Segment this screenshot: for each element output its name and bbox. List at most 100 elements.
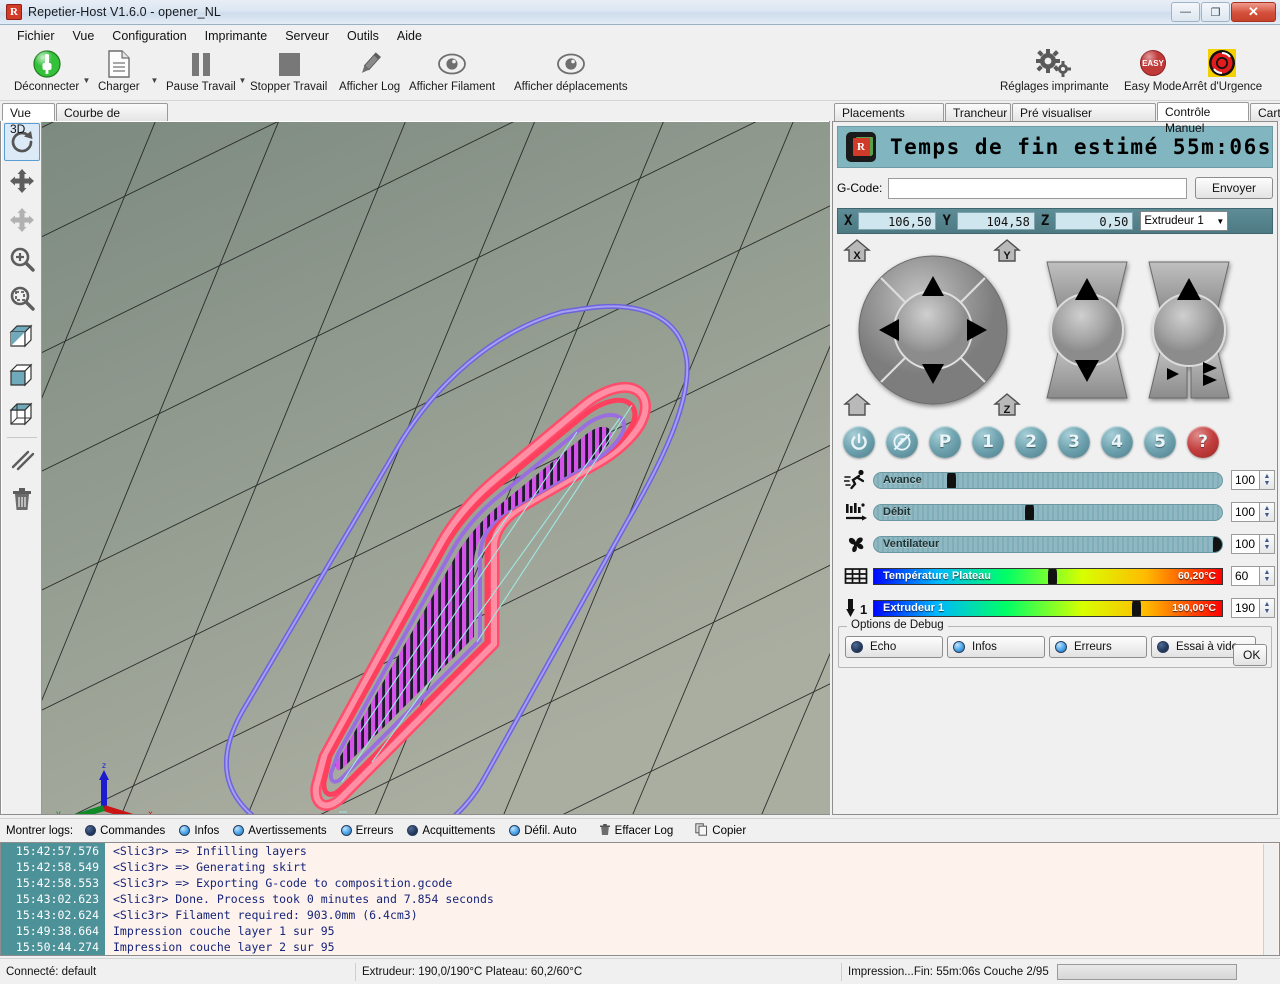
debug-ok-button[interactable]: OK (1233, 644, 1267, 666)
menu-configuration[interactable]: Configuration (103, 26, 195, 46)
tab-carte-sd[interactable]: Carte SD (1250, 103, 1280, 136)
macro-2-button[interactable]: 2 (1015, 426, 1047, 458)
feedrate-value[interactable]: 100 (1231, 470, 1259, 490)
menu-fichier[interactable]: Fichier (8, 26, 64, 46)
bed-temp-spin-buttons[interactable]: ▲ ▼ (1259, 566, 1275, 586)
feedrate-thumb[interactable] (947, 472, 957, 488)
coord-x-value[interactable]: 106,50 (858, 212, 937, 230)
motors-off-button[interactable] (886, 426, 918, 458)
zoom-fit-tool[interactable] (4, 279, 40, 317)
copy-log-button[interactable]: Copier (695, 822, 746, 839)
menu-outils[interactable]: Outils (338, 26, 388, 46)
menu-vue[interactable]: Vue (64, 26, 104, 46)
delete-tool[interactable] (4, 480, 40, 518)
move-object-tool[interactable] (4, 201, 40, 239)
easy-mode-button[interactable]: EASY Easy Mode (1124, 48, 1182, 93)
show-travel-button[interactable]: Afficher déplacements (514, 48, 628, 93)
bed-temp-slider[interactable]: Température Plateau 60,20°C (873, 567, 1223, 585)
disconnect-dropdown-icon[interactable]: ▼ (82, 76, 91, 85)
macro-1-button[interactable]: 1 (972, 426, 1004, 458)
zoom-in-tool[interactable] (4, 240, 40, 278)
flowrate-spinner[interactable]: 100 ▲ ▼ (1231, 502, 1275, 522)
close-button[interactable]: ✕ (1231, 2, 1276, 22)
coord-z-value[interactable]: 0,50 (1055, 212, 1134, 230)
home-y-button[interactable]: Y (993, 238, 1021, 264)
tab-placements-objets[interactable]: Placements d'objets (834, 103, 944, 136)
move-tool[interactable] (4, 162, 40, 200)
fan-spinner[interactable]: 100 ▲ ▼ (1231, 534, 1275, 554)
coord-y-value[interactable]: 104,58 (956, 212, 1035, 230)
flowrate-spin-buttons[interactable]: ▲ ▼ (1259, 502, 1275, 522)
feedrate-spin-buttons[interactable]: ▲ ▼ (1259, 470, 1275, 490)
tab-vue-3d[interactable]: Vue 3D (2, 103, 55, 136)
extruder1-temp-slider[interactable]: Extrudeur 1 190,00°C (873, 599, 1223, 617)
show-filament-button[interactable]: Afficher Filament (409, 48, 495, 93)
fan-value[interactable]: 100 (1231, 534, 1259, 554)
extruder1-temp-thumb[interactable] (1131, 600, 1141, 616)
flowrate-thumb[interactable] (1025, 504, 1035, 520)
feedrate-slider[interactable]: Avance (873, 471, 1223, 489)
fan-row: Ventilateur 100 ▲ ▼ (839, 530, 1275, 558)
home-all-button[interactable] (843, 392, 871, 418)
gcode-input[interactable] (888, 177, 1187, 199)
pause-dropdown-icon[interactable]: ▼ (238, 76, 247, 85)
park-button[interactable]: P (929, 426, 961, 458)
tab-courbe-temperature[interactable]: Courbe de Température (56, 103, 168, 136)
menu-aide[interactable]: Aide (388, 26, 431, 46)
debug-infos-toggle[interactable]: Infos (947, 636, 1045, 658)
help-button[interactable]: ? (1187, 426, 1219, 458)
debug-echo-toggle[interactable]: Echo (845, 636, 943, 658)
restore-button[interactable]: ❐ (1201, 2, 1230, 22)
load-dropdown-icon[interactable]: ▼ (150, 76, 159, 85)
log-filter-infos[interactable]: Infos (179, 825, 219, 837)
tab-controle-manuel[interactable]: Contrôle Manuel (1157, 102, 1249, 135)
home-x-button[interactable]: X (843, 238, 871, 264)
log-filter-defil-auto[interactable]: Défil. Auto (509, 825, 577, 837)
debug-erreurs-toggle[interactable]: Erreurs (1049, 636, 1147, 658)
flowrate-value[interactable]: 100 (1231, 502, 1259, 522)
menu-serveur[interactable]: Serveur (276, 26, 338, 46)
log-output[interactable]: 15:42:57.576 <Slic3r> => Infilling layer… (0, 842, 1280, 956)
log-filter-erreurs[interactable]: Erreurs (340, 825, 393, 837)
disconnect-button[interactable]: Déconnecter (14, 48, 79, 93)
emergency-stop-button[interactable]: Arrêt d'Urgence (1182, 48, 1262, 93)
power-button[interactable] (843, 426, 875, 458)
send-gcode-button[interactable]: Envoyer (1195, 177, 1273, 199)
fan-thumb[interactable] (1213, 536, 1222, 552)
load-button[interactable]: Charger (98, 48, 140, 93)
extruder1-temp-value[interactable]: 190 (1231, 598, 1259, 618)
view-wireframe-tool[interactable] (4, 396, 40, 434)
gl-canvas[interactable]: z x y (42, 122, 830, 814)
macro-3-button[interactable]: 3 (1058, 426, 1090, 458)
log-filter-avertissements[interactable]: Avertissements (233, 825, 327, 837)
log-filter-commandes[interactable]: Commandes (85, 825, 165, 837)
menu-imprimante[interactable]: Imprimante (196, 26, 277, 46)
printer-settings-button[interactable]: Réglages imprimante (1000, 48, 1109, 93)
log-filter-acquittements[interactable]: Acquittements (407, 825, 495, 837)
minimize-button[interactable]: — (1171, 2, 1200, 22)
view-solid-tool[interactable] (4, 318, 40, 356)
fan-slider[interactable]: Ventilateur (873, 535, 1223, 553)
tab-pre-visualiser-impression[interactable]: Pré visualiser impression (1012, 103, 1156, 136)
home-z-button[interactable]: Z (993, 392, 1021, 418)
tab-trancheur[interactable]: Trancheur (945, 103, 1011, 121)
view-surface-tool[interactable] (4, 357, 40, 395)
fan-spin-buttons[interactable]: ▲ ▼ (1259, 534, 1275, 554)
show-log-button[interactable]: Afficher Log (339, 48, 400, 93)
log-scrollbar[interactable] (1263, 844, 1278, 955)
extruder-select[interactable]: Extrudeur 1 ▼ (1140, 211, 1229, 231)
extruder1-temp-spin-buttons[interactable]: ▲ ▼ (1259, 598, 1275, 618)
extruder1-temp-spinner[interactable]: 190 ▲ ▼ (1231, 598, 1275, 618)
feedrate-spinner[interactable]: 100 ▲ ▼ (1231, 470, 1275, 490)
bed-temp-spinner[interactable]: 60 ▲ ▼ (1231, 566, 1275, 586)
bed-temp-thumb[interactable] (1048, 568, 1057, 584)
stop-job-button[interactable]: Stopper Travail (250, 48, 327, 93)
show-travel-lines-tool[interactable] (4, 441, 40, 479)
macro-5-button[interactable]: 5 (1144, 426, 1176, 458)
macro-4-button[interactable]: 4 (1101, 426, 1133, 458)
clear-log-button[interactable]: Effacer Log (599, 823, 673, 839)
eye-icon (436, 48, 468, 80)
flowrate-slider[interactable]: Débit (873, 503, 1223, 521)
bed-temp-value[interactable]: 60 (1231, 566, 1259, 586)
pause-job-button[interactable]: Pause Travail (166, 48, 236, 93)
